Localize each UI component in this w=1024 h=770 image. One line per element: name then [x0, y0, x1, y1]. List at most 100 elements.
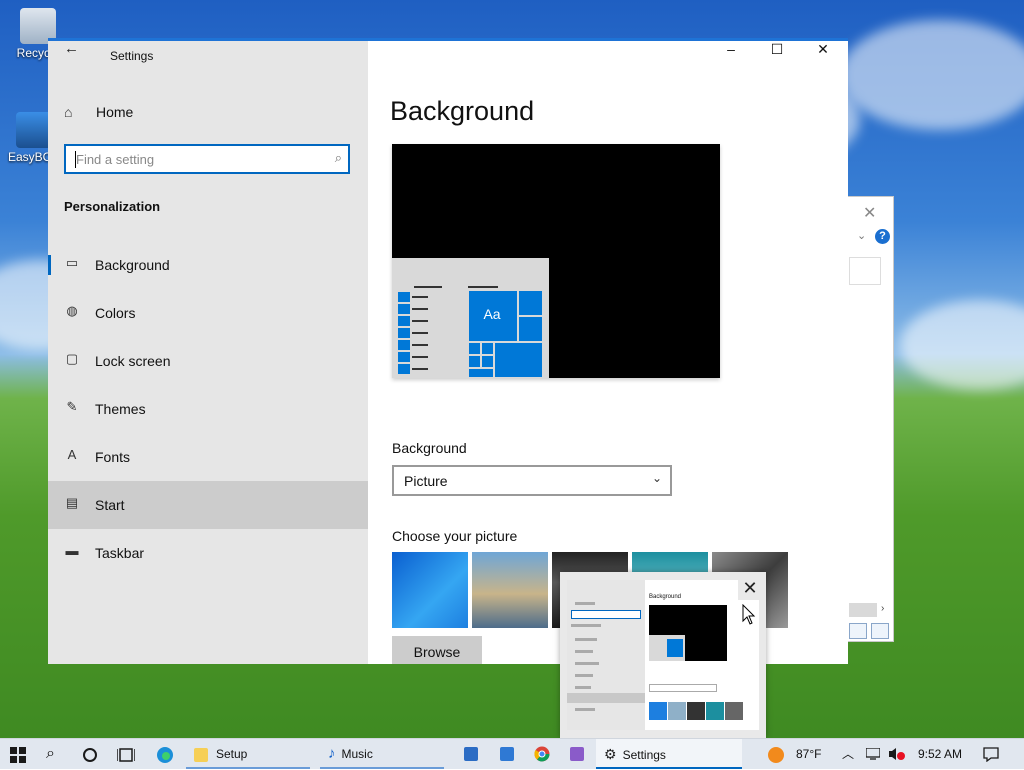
back-arrow-icon: ←: [64, 40, 79, 57]
taskbar-app-label: Music: [341, 747, 373, 761]
mini-line: [575, 638, 597, 641]
mini-sidebar: [567, 580, 645, 730]
preview-tile: [468, 342, 481, 355]
popup-close-button[interactable]: ✕: [738, 576, 762, 600]
sidebar-item-label: Taskbar: [95, 545, 145, 561]
chevron-down-icon[interactable]: ⌄: [857, 229, 866, 242]
preview-tile: [518, 290, 543, 316]
edge-browser-icon[interactable]: [156, 746, 174, 764]
home-link[interactable]: ⌂ Home: [64, 104, 133, 120]
chevron-down-icon: ⌄: [651, 471, 662, 485]
picture-thumbnail[interactable]: [472, 552, 548, 628]
settings-window-thumbnail[interactable]: Background: [567, 580, 759, 730]
palette-icon: ◍: [66, 303, 78, 318]
mini-line: [575, 708, 595, 711]
mini-thumb: [725, 702, 743, 720]
section-title: Personalization: [64, 199, 161, 214]
mini-line: [571, 624, 601, 627]
search-icon[interactable]: ⌕: [46, 739, 55, 769]
sidebar-item-label: Colors: [95, 305, 136, 321]
easybcd-icon: [16, 112, 52, 148]
start-icon: ▤: [65, 495, 79, 510]
maximize-button[interactable]: ☐: [754, 38, 800, 62]
weather-temperature[interactable]: 87°F: [796, 739, 821, 769]
choose-picture-label: Choose your picture: [392, 528, 518, 544]
cortana-icon[interactable]: [82, 747, 98, 763]
preview-tile: [481, 355, 494, 368]
taskbar-icon: ▬: [65, 543, 79, 558]
mini-title: Background: [649, 594, 682, 600]
help-icon[interactable]: ?: [875, 229, 890, 244]
lock-screen-icon: ▢: [65, 351, 79, 366]
mini-start: [649, 635, 685, 661]
notification-center-icon[interactable]: [983, 747, 999, 762]
mini-line: [575, 662, 599, 665]
chevron-up-icon[interactable]: ︿: [842, 739, 854, 769]
clock[interactable]: 9:52 AM: [918, 739, 962, 769]
preview-tile: [518, 316, 543, 342]
sidebar-item-label: Lock screen: [95, 353, 171, 369]
preview-bar: [398, 364, 410, 374]
preview-bar: [398, 328, 410, 338]
horizontal-scrollbar[interactable]: [849, 603, 877, 617]
start-menu-preview: Aa: [392, 258, 549, 378]
mini-thumb: [649, 702, 667, 720]
taskbar-app-music[interactable]: ♪ Music: [320, 739, 444, 769]
sidebar-item-background[interactable]: ▭ Background: [48, 241, 368, 289]
mini-dropdown: [649, 684, 717, 692]
taskbar-app-label: Settings: [622, 748, 666, 762]
sidebar-item-start[interactable]: ▤ Start: [48, 481, 368, 529]
preview-line: [412, 344, 428, 346]
network-icon[interactable]: [866, 748, 880, 760]
sidebar-item-themes[interactable]: ✎ Themes: [48, 385, 368, 433]
preview-line: [412, 332, 428, 334]
search-icon[interactable]: ⌕: [335, 150, 342, 166]
task-view-icon[interactable]: [117, 747, 135, 763]
mail-icon[interactable]: [500, 747, 514, 761]
close-icon[interactable]: ✕: [863, 203, 876, 223]
close-button[interactable]: ✕: [800, 38, 846, 62]
picture-thumbnail[interactable]: [392, 552, 468, 628]
preview-bar: [398, 316, 410, 326]
sidebar-item-label: Start: [95, 497, 125, 513]
mini-thumb: [687, 702, 705, 720]
back-button[interactable]: ←: [64, 40, 84, 60]
taskbar-thumbnail-popup[interactable]: Background ✕: [560, 572, 766, 738]
mini-line: [575, 674, 593, 677]
background-type-dropdown[interactable]: Picture ⌄: [392, 465, 672, 496]
search-input[interactable]: Find a setting ⌕: [64, 144, 350, 174]
volume-muted-icon[interactable]: [888, 747, 906, 761]
chrome-icon[interactable]: [534, 746, 550, 762]
scroll-right-icon[interactable]: ›: [881, 603, 884, 614]
preview-line: [412, 320, 428, 322]
visual-studio-icon[interactable]: [570, 747, 584, 761]
preview-tile: [468, 368, 494, 378]
mini-line: [575, 686, 591, 689]
taskbar-app-settings[interactable]: ⚙ Settings: [596, 739, 742, 769]
picture-icon: ▭: [65, 255, 79, 270]
windows-start-icon[interactable]: [10, 747, 26, 763]
preview-view-icon[interactable]: [871, 623, 889, 639]
address-field[interactable]: [849, 257, 881, 285]
taskbar-app-setup[interactable]: Setup: [186, 739, 310, 769]
store-icon[interactable]: [464, 747, 478, 761]
sidebar-item-taskbar[interactable]: ▬ Taskbar: [48, 529, 368, 577]
sidebar-item-fonts[interactable]: A Fonts: [48, 433, 368, 481]
fonts-icon: A: [67, 447, 77, 462]
mini-search: [571, 610, 641, 619]
browse-button[interactable]: Browse: [392, 636, 482, 664]
mini-line: [575, 602, 595, 605]
preview-line: [412, 356, 428, 358]
preview-line: [412, 296, 428, 298]
sidebar-item-colors[interactable]: ◍ Colors: [48, 289, 368, 337]
weather-sun-icon[interactable]: [766, 745, 786, 765]
preview-tile: [481, 342, 494, 355]
taskbar-app-label: Setup: [216, 747, 248, 761]
search-placeholder: Find a setting: [76, 152, 155, 167]
settings-sidebar: ← Settings ⌂ Home Find a setting ⌕ Person…: [48, 38, 368, 664]
mini-thumb: [668, 702, 686, 720]
minimize-button[interactable]: –: [708, 38, 754, 62]
sidebar-item-lock-screen[interactable]: ▢ Lock screen: [48, 337, 368, 385]
details-view-icon[interactable]: [849, 623, 867, 639]
close-icon: ✕: [742, 578, 758, 598]
